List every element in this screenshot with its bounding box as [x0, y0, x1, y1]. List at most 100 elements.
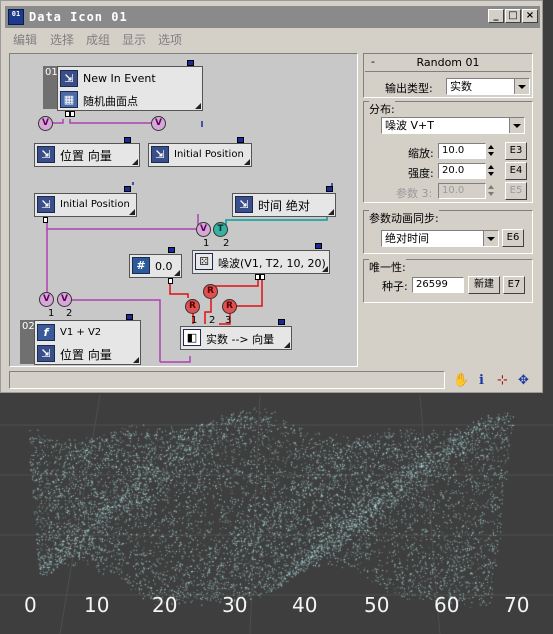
vector-port[interactable]: V	[57, 292, 72, 307]
region-zoom-icon[interactable]: ⊹	[497, 373, 508, 388]
strength-field[interactable]: 20.0	[438, 163, 486, 179]
input-pin[interactable]	[168, 278, 173, 284]
seed-label: 种子:	[382, 280, 408, 293]
dice-icon: ⚄	[195, 253, 213, 270]
real-port[interactable]: R	[185, 299, 200, 314]
uniqueness-group: 唯一性: 种子: 26599 新建 E7	[363, 259, 533, 303]
real-port[interactable]: R	[222, 299, 237, 314]
strength-e4-button[interactable]: E4	[505, 162, 527, 180]
param3-spinner	[487, 183, 496, 199]
scale-field[interactable]: 10.0	[438, 143, 486, 159]
event-label: New In Event	[83, 72, 156, 85]
chevron-down-icon	[509, 118, 524, 133]
resize-handle	[133, 357, 139, 363]
chevron-down-icon	[483, 231, 498, 246]
param3-e5-button: E5	[505, 182, 527, 200]
resize-handle	[322, 266, 328, 272]
output-port[interactable]	[326, 186, 333, 192]
hand-icon[interactable]: ✋	[453, 373, 469, 388]
rollout-header[interactable]: - Random 01	[365, 55, 531, 72]
output-port[interactable]	[237, 137, 244, 143]
output-type-group: - Random 01 输出类型: 实数	[363, 53, 533, 98]
input-pin[interactable]	[70, 111, 75, 117]
output-port[interactable]	[168, 247, 175, 253]
surface-points-label: 随机曲面点	[83, 95, 138, 108]
menu-display[interactable]: 显示	[122, 31, 146, 48]
distribution-group: 分布: 噪波 V+T 缩放: 10.0 E3 强度: 20.0 E4 参数 3:…	[363, 101, 533, 203]
output-type-dropdown[interactable]: 实数	[446, 78, 530, 95]
real-to-vector-node[interactable]: ◧ 实数 --> 向量	[180, 326, 292, 350]
time-absolute-node[interactable]: ⇲ 时间 绝对	[232, 193, 336, 217]
input-pin[interactable]	[43, 217, 48, 223]
title-bar[interactable]: 01 Data Icon 01 _ □ ×	[5, 6, 540, 28]
info-icon[interactable]: i	[479, 373, 484, 388]
rollout-title: Random 01	[416, 56, 480, 69]
port-number: 1	[191, 315, 198, 326]
output-port[interactable]	[278, 319, 285, 325]
surface-points-icon: ▦	[60, 91, 78, 108]
output-port[interactable]	[126, 314, 133, 320]
function-node[interactable]: f V1 + V2 ⇲ 位置 向量	[34, 320, 141, 365]
position-vector-node[interactable]: ⇲ 位置 向量	[34, 143, 140, 167]
move-icon[interactable]: ✥	[518, 373, 529, 388]
new-seed-button[interactable]: 新建	[468, 276, 500, 294]
viewport[interactable]: 0 10 20 30 40 50 60 70	[0, 395, 553, 634]
anim-sync-e6-button[interactable]: E6	[502, 229, 524, 247]
event-node[interactable]: ⇲ New In Event ▦ 随机曲面点	[57, 66, 203, 111]
noise-node[interactable]: ⚄ 噪波(V1, T2, 10, 20)	[192, 250, 330, 274]
vector-port[interactable]: V	[151, 116, 166, 131]
seed-e7-button[interactable]: E7	[503, 276, 525, 294]
port-number: 2	[66, 308, 73, 319]
axis-label-60: 60	[434, 593, 460, 617]
axis-label-70: 70	[504, 593, 530, 617]
anim-sync-dropdown[interactable]: 绝对时间	[381, 230, 499, 247]
axis-label-20: 20	[152, 593, 178, 617]
menu-group[interactable]: 成组	[86, 31, 110, 48]
strength-spinner[interactable]	[487, 163, 496, 179]
time-port[interactable]: T	[213, 222, 228, 237]
seed-field[interactable]: 26599	[412, 277, 464, 293]
node-graph-canvas[interactable]: 01 ⇲ New In Event ▦ 随机曲面点 V V ⇲ 位置 向量 ⇲ …	[9, 53, 358, 367]
vector-port[interactable]: V	[196, 222, 211, 237]
maximize-button[interactable]: □	[505, 9, 521, 23]
vector-port[interactable]: V	[38, 116, 53, 131]
close-button[interactable]: ×	[522, 9, 538, 23]
menu-edit[interactable]: 编辑	[13, 31, 37, 48]
convert-icon: ◧	[183, 329, 201, 346]
position-icon: ⇲	[37, 146, 55, 163]
resize-handle	[129, 209, 135, 215]
menu-select[interactable]: 选择	[50, 31, 74, 48]
param3-label: 参数 3:	[396, 187, 433, 200]
resize-handle	[328, 209, 334, 215]
resize-handle[interactable]	[195, 103, 201, 109]
port-number: 2	[223, 238, 230, 249]
scalar-node[interactable]: # 0.0	[129, 254, 182, 278]
input-pin[interactable]	[260, 274, 265, 280]
output-port[interactable]	[124, 137, 131, 143]
scale-label: 缩放:	[408, 147, 434, 160]
initial-position-node-1[interactable]: ⇲ Initial Position	[148, 143, 252, 167]
resize-handle	[284, 342, 290, 348]
port-number: 2	[209, 315, 216, 326]
initial-position-node-2[interactable]: ⇲ Initial Position	[34, 193, 137, 217]
event-icon: ⇲	[60, 70, 78, 87]
distribution-dropdown[interactable]: 噪波 V+T	[381, 117, 525, 134]
output-port[interactable]	[124, 186, 131, 192]
output-port[interactable]	[315, 243, 322, 249]
vector-port[interactable]: V	[39, 292, 54, 307]
param3-field: 10.0	[438, 183, 486, 199]
real-port[interactable]: R	[203, 284, 218, 299]
output-port[interactable]	[187, 60, 194, 66]
data-icon-window: 01 Data Icon 01 _ □ × 编辑 选择 成组 显示 选项 01 …	[0, 0, 543, 393]
output-type-label: 输出类型:	[385, 82, 433, 95]
minimize-button[interactable]: _	[488, 9, 504, 23]
random-parameters-panel: - Random 01 输出类型: 实数 分布: 噪波 V+T 缩放: 10.0…	[363, 53, 533, 365]
resize-handle	[132, 159, 138, 165]
hash-icon: #	[132, 257, 150, 274]
scale-e3-button[interactable]: E3	[505, 142, 527, 160]
menu-options[interactable]: 选项	[158, 31, 182, 48]
axis-label-50: 50	[364, 593, 390, 617]
scale-spinner[interactable]	[487, 143, 496, 159]
distribution-label: 分布:	[369, 101, 395, 117]
axis-label-0: 0	[24, 593, 37, 617]
